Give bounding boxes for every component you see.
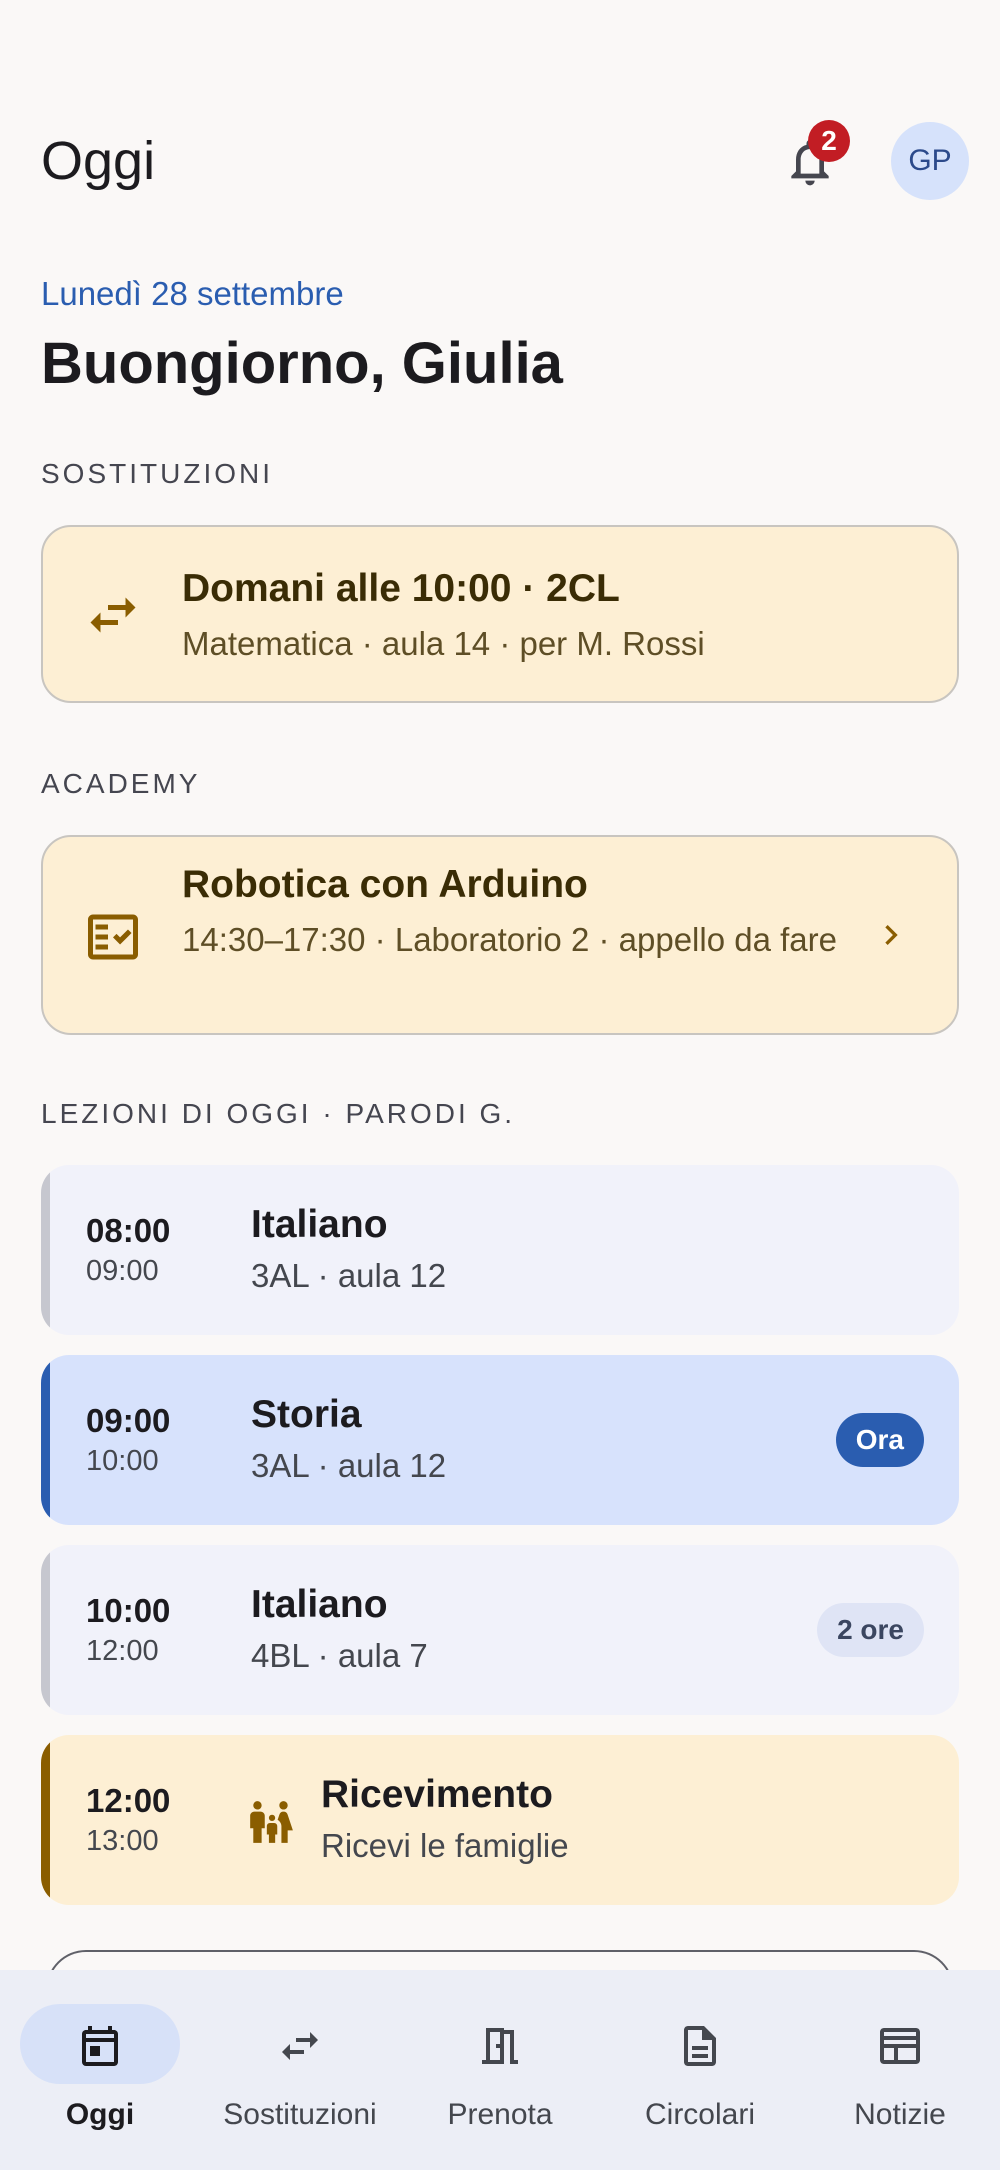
duration-badge: 2 ore — [817, 1603, 924, 1657]
lesson-info: 3AL · aula 12 — [251, 1447, 447, 1484]
lesson-accent-bar — [41, 1355, 50, 1525]
substitution-card[interactable]: Domani alle 10:00 · 2CL Matematica · aul… — [41, 525, 959, 703]
notification-badge: 2 — [808, 120, 850, 162]
lesson-row[interactable]: 10:00 12:00 Italiano 4BL · aula 7 2 ore — [41, 1545, 959, 1715]
nav-item-prenota[interactable]: Prenota — [400, 1970, 600, 2170]
lesson-end-time: 13:00 — [86, 1825, 159, 1857]
door-icon — [482, 2028, 518, 2064]
nav-item-sostituzioni[interactable]: Sostituzioni — [200, 1970, 400, 2170]
lesson-info: 4BL · aula 7 — [251, 1637, 428, 1674]
app-bar: Oggi 2 GP — [0, 110, 1000, 210]
family-icon — [250, 1801, 293, 1843]
substitution-title: Domani alle 10:00 · 2CL — [182, 567, 620, 610]
nav-item-oggi[interactable]: Oggi — [0, 1970, 200, 2170]
newspaper-icon — [880, 2028, 920, 2064]
section-label-substitutions: SOSTITUZIONI — [41, 458, 273, 489]
lesson-start-time: 10:00 — [86, 1592, 171, 1629]
nav-label: Circolari — [644, 2098, 755, 2131]
nav-label: Notizie — [854, 2098, 946, 2131]
calendar-icon — [82, 2026, 118, 2066]
swap-icon — [90, 597, 136, 633]
nav-label: Prenota — [447, 2098, 553, 2131]
greeting: Buongiorno, Giulia — [41, 331, 563, 396]
lesson-accent-bar — [41, 1545, 50, 1715]
nav-item-notizie[interactable]: Notizie — [800, 1970, 1000, 2170]
date-label: Lunedì 28 settembre — [41, 275, 344, 312]
lesson-row-current[interactable]: 09:00 10:00 Storia 3AL · aula 12 Ora — [41, 1355, 959, 1525]
lesson-start-time: 08:00 — [86, 1212, 171, 1249]
chevron-right-icon — [885, 925, 898, 945]
bottom-navigation: Oggi Sostituzioni Prenota Circolari Noti… — [0, 1970, 1000, 2170]
lesson-end-time: 12:00 — [86, 1635, 159, 1667]
lesson-accent-bar — [41, 1165, 50, 1335]
lesson-end-time: 09:00 — [86, 1255, 159, 1287]
lesson-accent-bar — [41, 1735, 50, 1905]
lesson-end-time: 10:00 — [86, 1445, 159, 1477]
lesson-row[interactable]: 08:00 09:00 Italiano 3AL · aula 12 — [41, 1165, 959, 1335]
section-label-academy: ACADEMY — [41, 768, 201, 799]
lesson-subject: Italiano — [251, 1583, 388, 1626]
page-title: Oggi — [41, 131, 156, 191]
lesson-start-time: 12:00 — [86, 1782, 171, 1819]
swap-icon — [282, 2032, 318, 2060]
lesson-subject: Italiano — [251, 1203, 388, 1246]
academy-card[interactable]: Robotica con Arduino 14:30–17:30 · Labor… — [41, 835, 959, 1035]
section-label-lessons: LEZIONI DI OGGI · PARODI G. — [41, 1098, 516, 1129]
lesson-subject: Ricevimento — [321, 1773, 553, 1816]
now-badge: Ora — [835, 1413, 924, 1467]
document-icon — [684, 2026, 716, 2066]
lesson-info: 3AL · aula 12 — [251, 1257, 447, 1294]
lesson-row-reception[interactable]: 12:00 13:00 Ricevimento Ricevi le famigl… — [41, 1735, 959, 1905]
nav-item-circolari[interactable]: Circolari — [600, 1970, 800, 2170]
avatar[interactable]: GP — [891, 122, 969, 200]
lesson-subject: Storia — [251, 1393, 362, 1436]
checklist-icon — [88, 914, 138, 960]
nav-label: Sostituzioni — [223, 2098, 377, 2131]
academy-title: Robotica con Arduino — [182, 863, 588, 906]
academy-subtitle: 14:30–17:30 · Laboratorio 2 · appello da… — [182, 921, 837, 958]
lesson-start-time: 09:00 — [86, 1402, 171, 1439]
nav-label: Oggi — [65, 2098, 135, 2131]
lesson-info: Ricevi le famiglie — [321, 1827, 569, 1864]
substitution-subtitle: Matematica · aula 14 · per M. Rossi — [182, 625, 705, 662]
